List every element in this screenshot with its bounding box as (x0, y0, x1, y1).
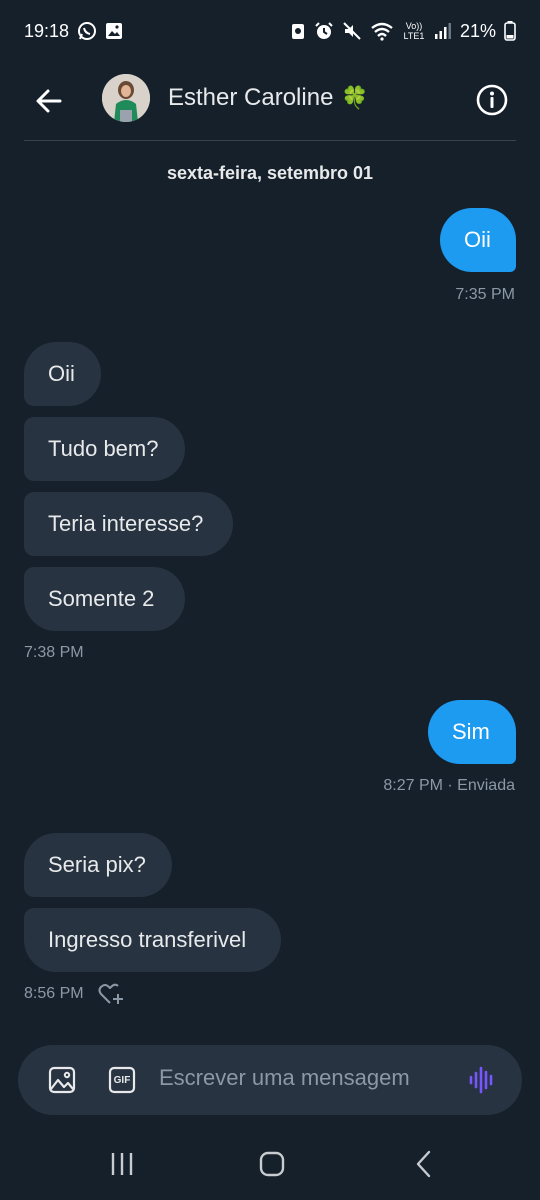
status-bar: 19:18 Vo)) LTE1 21% (0, 0, 540, 62)
clover-emoji: 🍀 (341, 85, 369, 110)
info-button[interactable] (474, 82, 510, 118)
contact-name-text: Esther Caroline (168, 84, 334, 111)
message-composer: GIF Escrever uma mensagem (18, 1045, 522, 1115)
signal-icon (434, 22, 452, 40)
contact-name[interactable]: Esther Caroline 🍀 (168, 84, 369, 112)
info-icon (476, 84, 508, 116)
home-button[interactable] (252, 1144, 292, 1184)
heart-plus-icon (98, 983, 123, 1004)
recent-apps-button[interactable] (102, 1144, 142, 1184)
message-timestamp: 8:56 PM (24, 983, 124, 1005)
timestamp-text: 7:38 PM (24, 644, 84, 661)
message-bubble-sent[interactable]: Oii (440, 208, 516, 272)
message-input[interactable]: Escrever uma mensagem (159, 1065, 410, 1091)
message-timestamp: 7:35 PM (455, 286, 515, 304)
gallery-icon (105, 22, 123, 40)
status-time: 19:18 (24, 20, 70, 41)
recent-apps-icon (111, 1153, 133, 1175)
back-button[interactable] (30, 82, 68, 120)
message-bubble-received[interactable]: Oii (24, 342, 101, 406)
image-icon (48, 1066, 76, 1094)
message-status: 8:27 PM · Enviada (383, 777, 515, 795)
message-bubble-received[interactable]: Somente 2 (24, 567, 185, 631)
add-reaction-button[interactable] (98, 983, 124, 1005)
chevron-left-icon (416, 1150, 431, 1178)
status-left: 19:18 (24, 21, 123, 42)
system-back-button[interactable] (404, 1144, 444, 1184)
system-navigation-bar (0, 1126, 540, 1200)
message-bubble-received[interactable]: Seria pix? (24, 833, 172, 897)
timestamp-text: 8:27 PM · Enviada (383, 777, 515, 794)
conversation-header: Esther Caroline 🍀 (0, 62, 540, 140)
voice-message-button[interactable] (466, 1064, 498, 1096)
timestamp-text: 8:56 PM (24, 985, 84, 1002)
gif-button[interactable]: GIF (106, 1064, 138, 1096)
status-right: Vo)) LTE1 21% (290, 21, 516, 42)
data-saver-icon (290, 21, 306, 41)
home-icon (259, 1151, 285, 1177)
battery-icon (504, 21, 516, 41)
message-bubble-received[interactable]: Ingresso transferivel (24, 908, 281, 972)
message-bubble-received[interactable]: Tudo bem? (24, 417, 185, 481)
alarm-icon (314, 21, 334, 41)
whatsapp-icon (77, 21, 97, 41)
message-timestamp: 7:38 PM (24, 644, 84, 662)
add-image-button[interactable] (46, 1064, 78, 1096)
wifi-icon (370, 21, 394, 41)
voice-wave-icon (469, 1066, 493, 1094)
mute-icon (342, 21, 362, 41)
timestamp-text: 7:35 PM (455, 286, 515, 303)
avatar[interactable] (102, 74, 150, 122)
date-separator: sexta-feira, setembro 01 (166, 163, 374, 183)
gif-label: GIF (113, 1074, 131, 1086)
arrow-left-icon (36, 89, 62, 113)
message-bubble-received[interactable]: Teria interesse? (24, 492, 233, 556)
battery-percent: 21% (459, 20, 496, 41)
network-label: Vo)) LTE1 (403, 21, 425, 41)
header-divider (24, 140, 516, 141)
message-bubble-sent[interactable]: Sim (428, 700, 516, 764)
